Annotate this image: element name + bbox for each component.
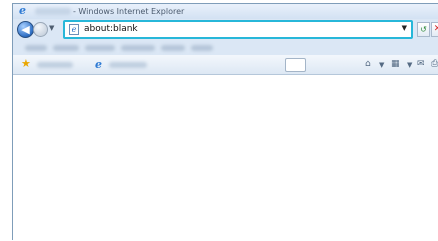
tab-title[interactable] — [109, 62, 147, 68]
home-icon[interactable]: ⌂ — [365, 59, 371, 69]
menu-item[interactable] — [121, 45, 155, 51]
favorites-bar: ★ e ⌂ ▼ ▦ ▼ ✉ ⎙ — [13, 55, 438, 75]
stop-button[interactable]: ✕ — [431, 22, 438, 37]
refresh-icon: ↺ — [420, 25, 427, 34]
forward-button[interactable] — [33, 22, 48, 37]
address-dropdown-icon[interactable]: ▼ — [402, 24, 407, 32]
menu-item[interactable] — [161, 45, 185, 51]
new-tab-button[interactable] — [285, 58, 306, 72]
history-dropdown-icon[interactable]: ▼ — [49, 24, 54, 32]
menu-item[interactable] — [25, 45, 47, 51]
tab-page-icon: e — [95, 58, 102, 71]
menu-bar — [13, 41, 438, 55]
stop-x-icon: ✕ — [433, 24, 438, 34]
back-button[interactable]: ◀ — [17, 21, 34, 38]
blurred-page-title — [35, 8, 71, 15]
feeds-icon[interactable]: ▦ — [391, 59, 400, 69]
address-bar[interactable]: e about:blank ▼ — [63, 20, 413, 39]
home-dropdown-icon[interactable]: ▼ — [379, 61, 384, 69]
window-title: - Windows Internet Explorer — [73, 7, 185, 16]
back-arrow-icon: ◀ — [21, 23, 30, 36]
favorites-label[interactable] — [37, 62, 73, 68]
navigation-bar: ◀ ▼ e about:blank ▼ ↺ ✕ — [13, 19, 438, 41]
feeds-dropdown-icon[interactable]: ▼ — [407, 61, 412, 69]
title-bar: e - Windows Internet Explorer — [13, 4, 438, 19]
ie-window: e - Windows Internet Explorer ◀ ▼ e abou… — [12, 3, 438, 241]
menu-item[interactable] — [85, 45, 115, 51]
menu-item[interactable] — [191, 45, 213, 51]
mail-icon[interactable]: ✉ — [417, 59, 425, 69]
page-icon: e — [69, 24, 79, 35]
star-icon[interactable]: ★ — [21, 57, 31, 70]
page-content[interactable] — [13, 75, 438, 241]
menu-item[interactable] — [53, 45, 79, 51]
address-input[interactable]: about:blank — [84, 23, 138, 36]
ie-logo-icon: e — [19, 4, 26, 17]
print-icon[interactable]: ⎙ — [431, 59, 438, 69]
refresh-button[interactable]: ↺ — [417, 22, 430, 37]
